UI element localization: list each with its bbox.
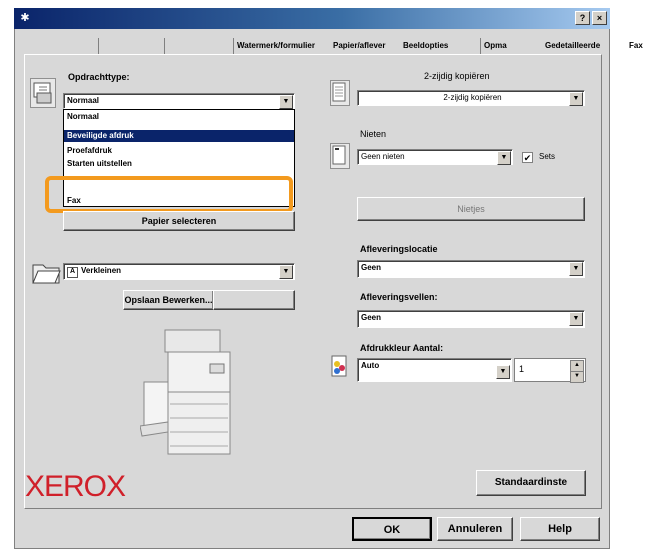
tab-watermark[interactable]: Watermerk/formulier (233, 38, 333, 54)
quantity-stepper[interactable]: 1 ▲ ▼ (514, 358, 586, 383)
tab-image-options[interactable]: Beeldopties (403, 38, 463, 54)
app-icon: ✱ (20, 12, 30, 24)
color-combo[interactable]: Auto ▼ (357, 358, 512, 382)
staple-value: Geen nieten (361, 152, 405, 161)
spin-down-icon[interactable]: ▼ (570, 371, 584, 383)
output-location-combo[interactable]: Geen ▼ (357, 260, 585, 278)
xerox-logo: XEROX (25, 470, 126, 503)
list-item-sample-print[interactable]: Proefafdruk (64, 145, 294, 157)
list-item-normal[interactable]: Normaal (64, 111, 294, 123)
staple-label: Nieten (360, 129, 387, 139)
tab-blank-2[interactable] (164, 38, 212, 54)
reduce-value: Verkleinen (81, 266, 122, 275)
help-button[interactable]: Help (520, 517, 600, 541)
list-item-delay-start[interactable]: Starten uitstellen (64, 158, 294, 170)
reduce-combo[interactable]: A Verkleinen ▼ (63, 263, 295, 280)
folder-icon (30, 256, 62, 286)
job-type-value: Normaal (67, 96, 100, 105)
ok-button[interactable]: OK (352, 517, 432, 541)
chevron-down-icon[interactable]: ▼ (569, 92, 583, 106)
tab-paper[interactable]: Papier/aflever (333, 38, 403, 54)
output-location-label: Afleveringslocatie (360, 244, 438, 254)
chevron-down-icon[interactable]: ▼ (569, 312, 583, 326)
chevron-down-icon[interactable]: ▼ (496, 365, 510, 379)
image-mode-icon: A (67, 267, 78, 278)
paper-select-button[interactable]: Papier selecteren (63, 211, 295, 231)
job-type-label: Opdrachttype: (68, 72, 130, 82)
fax-highlight-box (45, 176, 293, 213)
chevron-down-icon[interactable]: ▼ (569, 262, 583, 276)
defaults-button[interactable]: Standaardinste (476, 470, 586, 496)
cancel-button[interactable]: Annuleren (437, 517, 513, 541)
duplex-combo[interactable]: 2-zijdig kopiëren ▼ (357, 90, 585, 106)
chevron-down-icon[interactable]: ▼ (279, 265, 293, 279)
sets-checkbox[interactable]: ✔ (522, 152, 533, 163)
output-sheets-label: Afleveringsvellen: (360, 292, 438, 302)
color-icon (330, 352, 352, 380)
chevron-down-icon[interactable]: ▼ (279, 95, 293, 109)
printer-illustration (139, 322, 250, 462)
list-item-secure-print[interactable]: Beveiligde afdruk (64, 130, 294, 142)
close-button[interactable]: × (592, 11, 607, 25)
output-sheets-combo[interactable]: Geen ▼ (357, 310, 585, 328)
title-bar: ✱ ? × (14, 8, 610, 29)
tab-advanced[interactable]: Gedetailleerde (542, 38, 616, 54)
color-value: Auto (361, 361, 380, 370)
save-edit-split-button[interactable] (213, 290, 295, 310)
tab-blank-1[interactable] (98, 38, 164, 54)
save-edit-button[interactable]: Opslaan Bewerken... (123, 290, 213, 310)
staple-icon (330, 143, 350, 169)
tab-fax[interactable]: Fax (626, 38, 650, 54)
job-type-icon (30, 78, 56, 108)
output-location-value: Geen (361, 263, 382, 272)
duplex-icon (330, 80, 350, 106)
job-type-combo[interactable]: Normaal ▼ (63, 93, 295, 109)
sets-label: Sets (539, 152, 556, 161)
help-title-button[interactable]: ? (575, 11, 590, 25)
tab-layout[interactable]: Opma (480, 38, 530, 54)
duplex-value: 2-zijdig kopiëren (443, 93, 502, 102)
tab-strip: Watermerk/formulier Papier/aflever Beeld… (14, 38, 651, 54)
stapler-button[interactable]: Nietjes (357, 197, 585, 221)
duplex-label: 2-zijdig kopiëren (424, 71, 490, 81)
chevron-down-icon[interactable]: ▼ (497, 151, 511, 165)
quantity-value: 1 (519, 364, 525, 374)
color-label: Afdrukkleur Aantal: (360, 343, 444, 353)
output-sheets-value: Geen (361, 313, 382, 322)
staple-combo[interactable]: Geen nieten ▼ (357, 149, 513, 165)
